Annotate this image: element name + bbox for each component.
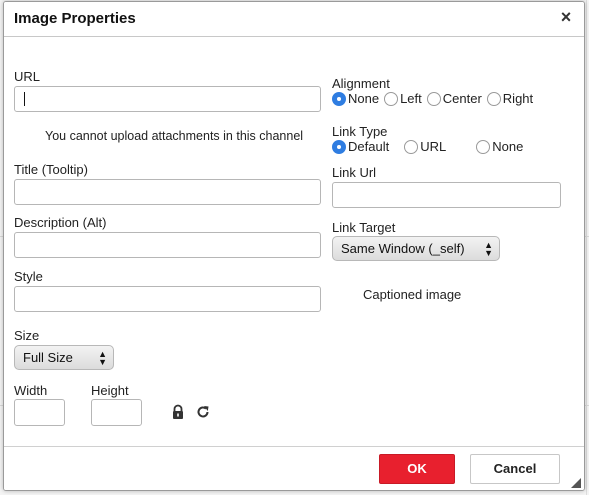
style-label: Style (14, 269, 43, 284)
alignment-option-label: Left (400, 91, 422, 106)
size-label: Size (14, 328, 40, 343)
link-url-input[interactable] (332, 182, 561, 208)
height-label: Height (91, 383, 129, 398)
link-type-option-url[interactable]: URL (404, 139, 446, 154)
title-tooltip-label: Title (Tooltip) (14, 162, 88, 177)
radio-unchecked-icon[interactable] (486, 91, 501, 106)
radio-unchecked-icon[interactable] (426, 91, 441, 106)
link-target-label: Link Target (332, 220, 396, 235)
alignment-label: Alignment (332, 76, 390, 91)
alignment-option-center[interactable]: Center (426, 91, 482, 106)
radio-unchecked-icon[interactable] (404, 139, 419, 154)
close-icon[interactable]: × (556, 7, 576, 27)
dialog-footer: OK Cancel (4, 446, 584, 490)
link-type-option-default[interactable]: Default (332, 139, 389, 154)
width-input[interactable] (14, 399, 65, 426)
ok-button[interactable]: OK (379, 454, 455, 484)
alignment-option-left[interactable]: Left (384, 91, 422, 106)
link-type-option-label: URL (420, 139, 447, 154)
alignment-option-none[interactable]: None (332, 91, 379, 106)
size-select-value: Full Size (23, 350, 73, 365)
backdrop-divider (586, 0, 587, 495)
link-type-radio-group: Default URL None (332, 139, 523, 154)
link-url-label: Link Url (332, 165, 377, 180)
alignment-option-label: Center (442, 91, 482, 106)
radio-checked-icon[interactable] (332, 139, 346, 154)
radio-checked-icon[interactable] (332, 91, 346, 106)
alignment-option-right[interactable]: Right (486, 91, 534, 106)
alignment-radio-group: None Left Center Right (332, 91, 533, 106)
size-select[interactable]: Full Size ▲ ▼ (14, 345, 114, 370)
chevron-updown-icon: ▲ ▼ (484, 239, 493, 258)
upload-note: You cannot upload attachments in this ch… (45, 129, 304, 143)
chevron-updown-icon: ▲ ▼ (98, 348, 107, 367)
text-cursor (24, 92, 25, 106)
cancel-button[interactable]: Cancel (470, 454, 560, 484)
dialog-titlebar: Image Properties × (4, 2, 584, 37)
lock-icon[interactable] (170, 404, 186, 420)
alignment-option-label: Right (502, 91, 534, 106)
alignment-option-label: None (348, 91, 380, 106)
resize-handle-icon[interactable] (571, 478, 581, 488)
style-input[interactable] (14, 286, 321, 312)
height-input[interactable] (91, 399, 142, 426)
url-label: URL (14, 69, 41, 84)
link-target-select-value: Same Window (_self) (341, 241, 465, 256)
captioned-image-label: Captioned image (363, 287, 462, 302)
description-alt-label: Description (Alt) (14, 215, 107, 230)
reset-icon[interactable] (195, 404, 211, 420)
link-type-label: Link Type (332, 124, 388, 139)
url-input[interactable] (14, 86, 321, 112)
radio-unchecked-icon[interactable] (384, 91, 399, 106)
link-type-option-none[interactable]: None (476, 139, 523, 154)
width-label: Width (14, 383, 48, 398)
radio-unchecked-icon[interactable] (476, 139, 491, 154)
link-type-option-label: Default (348, 139, 390, 154)
dialog-title: Image Properties (14, 10, 136, 27)
link-type-option-label: None (492, 139, 524, 154)
image-properties-dialog: Image Properties × URL You cannot upload… (3, 1, 585, 491)
title-tooltip-input[interactable] (14, 179, 321, 205)
description-alt-input[interactable] (14, 232, 321, 258)
link-target-select[interactable]: Same Window (_self) ▲ ▼ (332, 236, 500, 261)
